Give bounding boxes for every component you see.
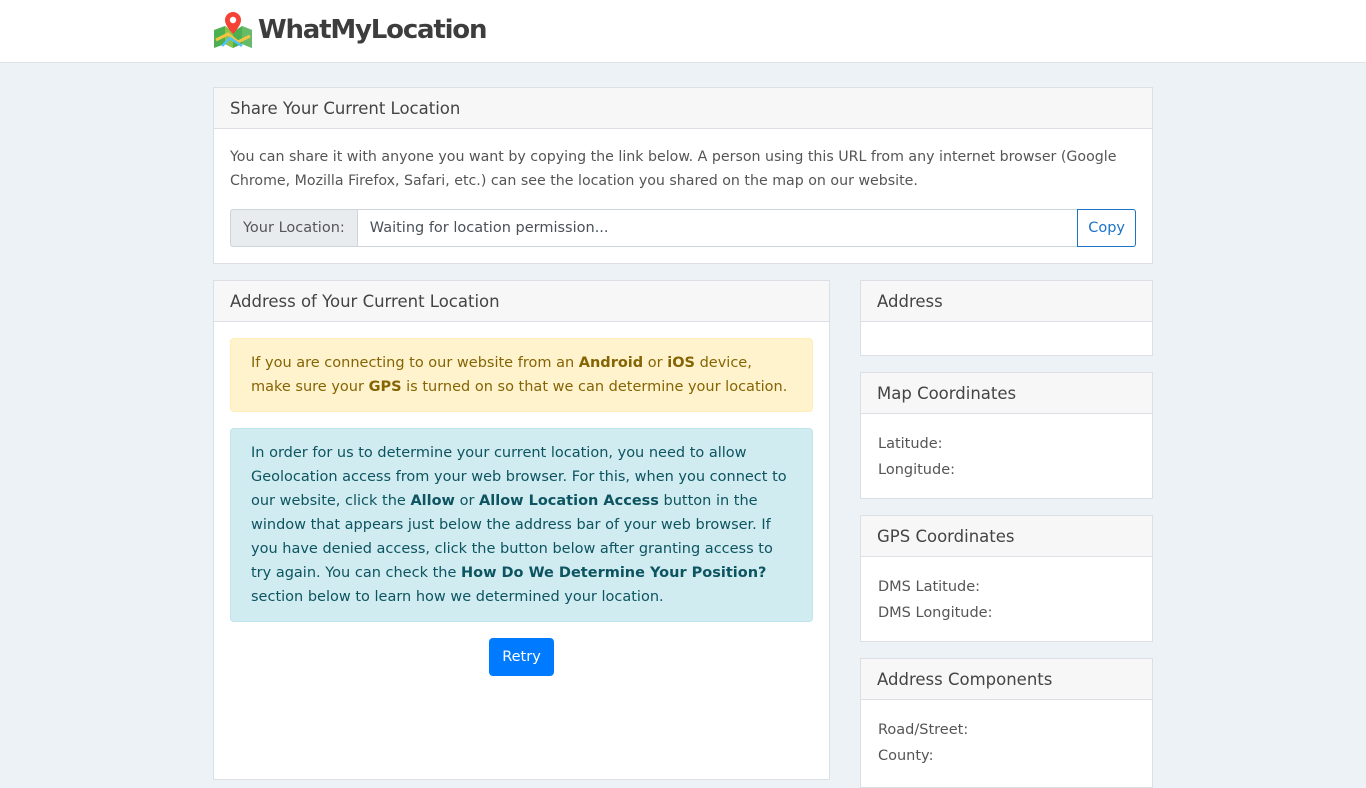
permission-info-alert: In order for us to determine your curren… bbox=[230, 428, 813, 622]
address-card: Address bbox=[860, 280, 1153, 356]
address-card-title: Address bbox=[861, 281, 1152, 322]
location-url-group: Your Location: Copy bbox=[230, 209, 1136, 247]
brand-link[interactable]: WhatMyLocation bbox=[212, 10, 487, 50]
warning-bold-gps: GPS bbox=[368, 379, 402, 395]
info-text: section below to learn how we determined… bbox=[251, 589, 664, 605]
warning-bold-ios: iOS bbox=[667, 355, 695, 371]
your-location-label: Your Location: bbox=[230, 209, 357, 247]
warning-text: If you are connecting to our website fro… bbox=[251, 355, 579, 371]
gps-coordinates-card: GPS Coordinates DMS Latitude: DMS Longit… bbox=[860, 515, 1153, 642]
info-bold-allow-location-access: Allow Location Access bbox=[479, 493, 659, 509]
info-text: or bbox=[454, 493, 480, 509]
address-components-card: Address Components Road/Street: County: bbox=[860, 658, 1153, 788]
info-bold-how-do-we-determine: How Do We Determine Your Position? bbox=[460, 565, 767, 581]
share-description: You can share it with anyone you want by… bbox=[230, 149, 1117, 189]
warning-text: is turned on so that we can determine yo… bbox=[401, 379, 788, 395]
warning-bold-android: Android bbox=[578, 355, 644, 371]
share-location-card: Share Your Current Location You can shar… bbox=[213, 87, 1153, 264]
warning-text: or bbox=[643, 355, 668, 371]
latitude-label: Latitude: bbox=[878, 436, 943, 452]
longitude-label: Longitude: bbox=[878, 462, 956, 478]
map-pin-icon bbox=[214, 12, 252, 48]
road-street-label: Road/Street: bbox=[878, 722, 969, 738]
copy-button[interactable]: Copy bbox=[1077, 209, 1136, 247]
map-coordinates-title: Map Coordinates bbox=[861, 373, 1152, 414]
dms-latitude-label: DMS Latitude: bbox=[878, 579, 981, 595]
share-card-title: Share Your Current Location bbox=[214, 88, 1152, 129]
address-components-title: Address Components bbox=[861, 659, 1152, 700]
dms-longitude-label: DMS Longitude: bbox=[878, 605, 993, 621]
gps-warning-alert: If you are connecting to our website fro… bbox=[230, 338, 813, 412]
location-url-input[interactable] bbox=[356, 209, 1079, 247]
county-label: County: bbox=[878, 748, 934, 764]
info-bold-allow: Allow bbox=[410, 493, 455, 509]
top-navbar: WhatMyLocation bbox=[0, 0, 1366, 63]
brand-name: WhatMyLocation bbox=[258, 15, 487, 45]
map-coordinates-card: Map Coordinates Latitude: Longitude: bbox=[860, 372, 1153, 499]
current-location-title: Address of Your Current Location bbox=[214, 281, 829, 322]
current-location-card: Address of Your Current Location If you … bbox=[213, 280, 830, 780]
retry-button[interactable]: Retry bbox=[489, 638, 554, 676]
gps-coordinates-title: GPS Coordinates bbox=[861, 516, 1152, 557]
